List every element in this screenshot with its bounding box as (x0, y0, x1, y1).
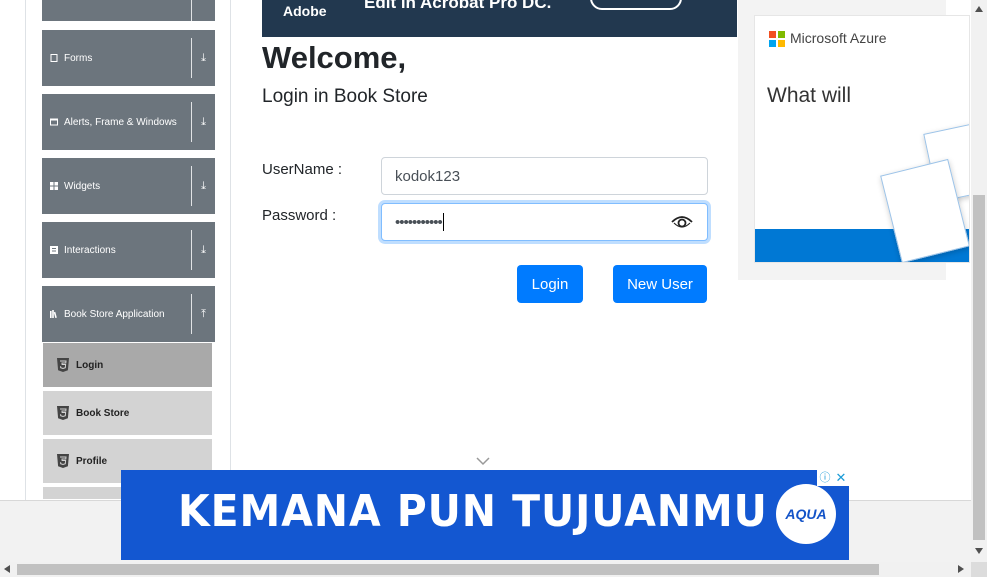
vertical-scroll-thumb[interactable] (973, 195, 985, 540)
nav-group-book-store[interactable]: Book Store Application ⤒ (42, 286, 215, 342)
nav-group-alerts[interactable]: Alerts, Frame & Windows ⤓ (42, 94, 215, 150)
chevron-down-icon[interactable] (476, 456, 490, 466)
nav-group-label: Widgets (64, 180, 101, 192)
nav-group-elements[interactable] (42, 0, 215, 28)
microsoft-logo-icon (769, 31, 785, 47)
password-label: Password : (262, 207, 337, 224)
aqua-ad-text: KEMANA PUN TUJUANMU (178, 486, 768, 537)
azure-ad[interactable]: Microsoft Azure What will (754, 15, 970, 263)
adobe-ad-text: Edit in Acrobat Pro DC. (364, 0, 552, 12)
upload-arrow-icon: ⤒ (201, 307, 206, 320)
page: Forms ⤓ Alerts, Frame & Windows ⤓ Widget… (0, 0, 987, 577)
adobe-ad-button[interactable] (590, 0, 682, 10)
aqua-logo: AQUA (776, 484, 836, 544)
page-subtitle: Login in Book Store (262, 86, 428, 107)
divider (191, 38, 192, 78)
left-border (25, 0, 26, 500)
divider (191, 294, 192, 334)
ad-close-icon[interactable]: ✕ (833, 470, 849, 486)
download-arrow-icon: ⤓ (201, 179, 206, 192)
nav-item-book-store[interactable]: Book Store (43, 391, 212, 437)
azure-headline: What will (767, 84, 852, 107)
grid-icon (50, 182, 58, 190)
scroll-left-icon[interactable] (4, 565, 10, 573)
page-title: Welcome, (262, 40, 407, 75)
nav-group-forms[interactable]: Forms ⤓ (42, 30, 215, 86)
scroll-up-icon[interactable] (975, 6, 983, 12)
download-arrow-icon: ⤓ (201, 115, 206, 128)
password-value: ••••••••••• (395, 213, 443, 231)
adobe-ad-banner[interactable]: Adobe Edit in Acrobat Pro DC. (262, 0, 737, 37)
nav-item-label: Login (76, 359, 104, 371)
username-label: UserName : (262, 161, 343, 178)
password-input[interactable]: ••••••••••• (381, 203, 708, 241)
username-value: kodok123 (395, 167, 461, 185)
scrollbar-corner (971, 562, 987, 577)
text-caret (442, 213, 444, 231)
aqua-logo-text: AQUA (785, 506, 827, 522)
html5-icon (57, 358, 69, 372)
file-icon (50, 54, 58, 62)
adobe-brand: Adobe (283, 3, 327, 19)
aqua-ad-banner[interactable]: KEMANA PUN TUJUANMU AQUA ⓘ ✕ (121, 470, 849, 560)
book-store-icon (50, 310, 57, 318)
nav-group-interactions[interactable]: Interactions ⤓ (42, 222, 215, 278)
nav-group-label: Forms (64, 52, 93, 64)
new-user-button[interactable]: New User (613, 265, 707, 303)
horizontal-scroll-thumb[interactable] (17, 564, 879, 575)
nav-item-login[interactable]: Login (43, 343, 212, 389)
nav-item-label: Book Store (76, 407, 130, 419)
download-arrow-icon: ⤓ (201, 243, 206, 256)
login-button[interactable]: Login (517, 265, 583, 303)
divider (191, 102, 192, 142)
window-icon (50, 118, 58, 126)
scroll-right-icon[interactable] (958, 565, 964, 573)
divider (191, 166, 192, 206)
eye-icon[interactable] (671, 214, 693, 230)
nav-group-label: Alerts, Frame & Windows (64, 116, 177, 128)
azure-brand: Microsoft Azure (790, 30, 887, 46)
html5-icon (57, 454, 69, 468)
interactions-icon (50, 246, 58, 254)
download-arrow-icon: ⤓ (201, 51, 206, 64)
nav-item-label: Profile (76, 455, 108, 467)
scroll-down-icon[interactable] (975, 548, 983, 554)
nav-group-label: Interactions (64, 244, 116, 256)
ad-info-icon[interactable]: ⓘ (817, 470, 833, 486)
nav-border (230, 0, 231, 500)
nav-group-label: Book Store Application (64, 308, 165, 320)
divider (191, 230, 192, 270)
username-input[interactable]: kodok123 (381, 157, 708, 195)
html5-icon (57, 406, 69, 420)
nav-group-widgets[interactable]: Widgets ⤓ (42, 158, 215, 214)
